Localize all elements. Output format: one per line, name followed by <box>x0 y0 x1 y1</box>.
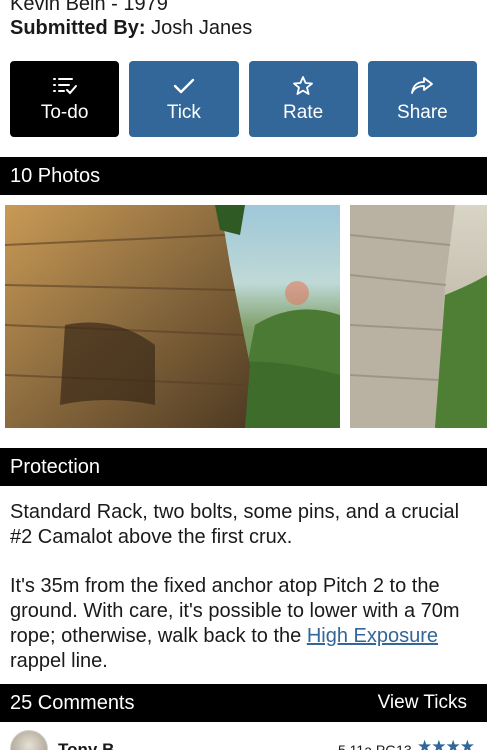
share-button[interactable]: Share <box>367 61 477 137</box>
tick-button[interactable]: Tick <box>129 61 239 137</box>
comment-grade: 5.11a PG13 <box>338 742 412 750</box>
comments-header: 25 Comments View Ticks <box>0 684 487 722</box>
checkmark-icon <box>171 74 197 98</box>
protection-text: Standard Rack, two bolts, some pins, and… <box>10 501 460 548</box>
todo-list-icon <box>52 74 78 98</box>
share-label: Share <box>397 102 448 123</box>
comment-author[interactable]: Tony B. <box>58 740 119 750</box>
photos-header[interactable]: 10 Photos <box>0 157 487 195</box>
todo-label: To-do <box>40 102 89 123</box>
protection-text-2: It's 35m from the fixed anchor atop Pitc… <box>10 574 470 674</box>
tick-label: Tick <box>166 102 201 123</box>
photo-thumbnail[interactable] <box>5 205 340 428</box>
star-outline-icon <box>290 74 316 98</box>
submitted-by-label: Submitted By: <box>10 17 146 39</box>
avatar[interactable] <box>10 730 48 750</box>
first-ascent-text: Kevin Bein - 1979 <box>10 0 168 15</box>
protection-text-2-after: rappel line. <box>10 650 108 672</box>
action-buttons: To-do Tick Rate Share <box>10 61 477 137</box>
rate-button[interactable]: Rate <box>248 61 358 137</box>
comments-title: 25 Comments <box>10 692 135 714</box>
rate-label: Rate <box>283 102 324 123</box>
view-ticks-button[interactable]: View Ticks <box>378 684 467 722</box>
submitted-by-name: Josh Janes <box>151 17 253 39</box>
first-ascent: Kevin Bein - 1979 <box>10 0 168 16</box>
todo-button[interactable]: To-do <box>10 61 120 137</box>
share-arrow-icon <box>409 74 435 98</box>
protection-title: Protection <box>10 456 101 478</box>
star-rating: ★★★★ <box>417 737 475 750</box>
photo-carousel[interactable] <box>5 205 487 428</box>
high-exposure-link[interactable]: High Exposure <box>307 625 438 647</box>
protection-header: Protection <box>0 448 487 486</box>
photo-thumbnail[interactable] <box>350 205 487 428</box>
submitted-by: Submitted By: Josh Janes <box>10 16 252 40</box>
photos-title: 10 Photos <box>10 165 101 187</box>
comment-item: Tony B. 5.11a PG13 ★★★★ <box>0 726 487 750</box>
